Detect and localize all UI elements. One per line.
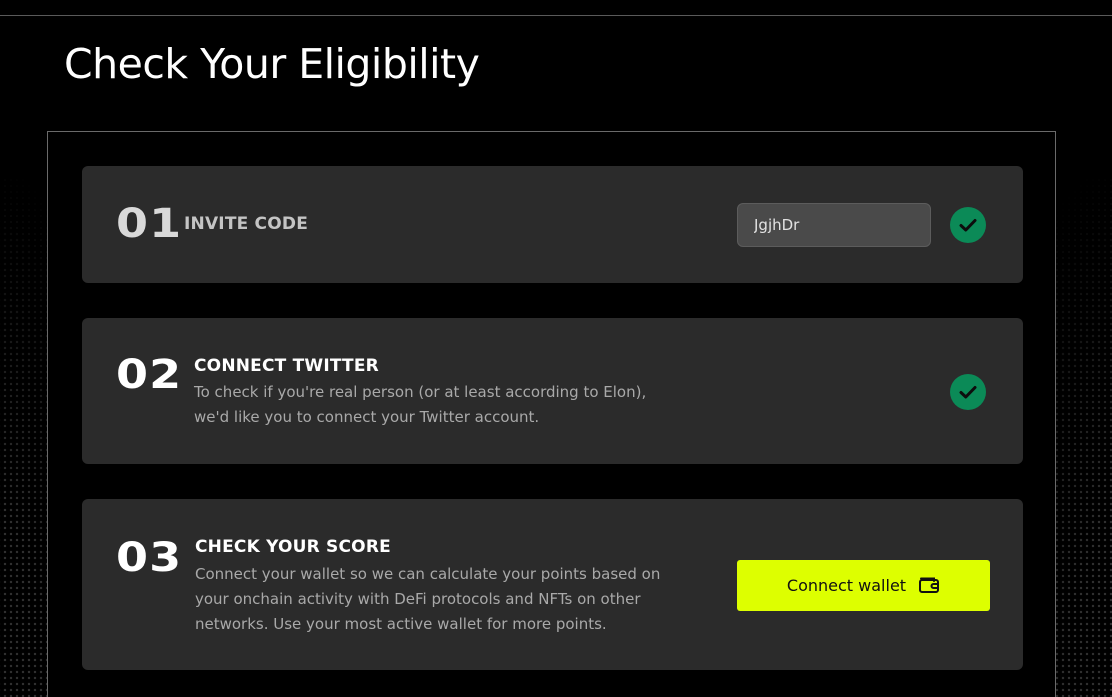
step-description: To check if you're real person (or at le… — [194, 383, 647, 426]
header-divider — [0, 15, 1112, 16]
step-title: CHECK YOUR SCORE — [195, 537, 391, 557]
connect-wallet-label: Connect wallet — [786, 576, 907, 595]
page-title: Check Your Eligibility — [64, 40, 480, 88]
step-check-score: 03 CHECK YOUR SCORE Connect your wallet … — [82, 499, 1023, 670]
connect-wallet-button[interactable]: Connect wallet — [737, 560, 990, 611]
step-number: 02 — [116, 352, 183, 398]
step-title: INVITE CODE — [184, 214, 309, 234]
step-title: CONNECT TWITTER — [194, 356, 379, 376]
invite-code-input[interactable] — [737, 203, 931, 247]
step-connect-twitter: 02 CONNECT TWITTER To check if you're re… — [82, 318, 1023, 464]
wallet-icon — [918, 575, 940, 597]
eligibility-page: Check Your Eligibility 01 INVITE CODE 02… — [0, 0, 1112, 697]
step-description: Connect your wallet so we can calculate … — [195, 565, 661, 633]
check-circle-icon — [950, 207, 986, 243]
check-circle-icon — [950, 374, 986, 410]
step-number: 01 — [116, 201, 183, 247]
step-number: 03 — [116, 535, 183, 581]
step-invite-code: 01 INVITE CODE — [82, 166, 1023, 283]
